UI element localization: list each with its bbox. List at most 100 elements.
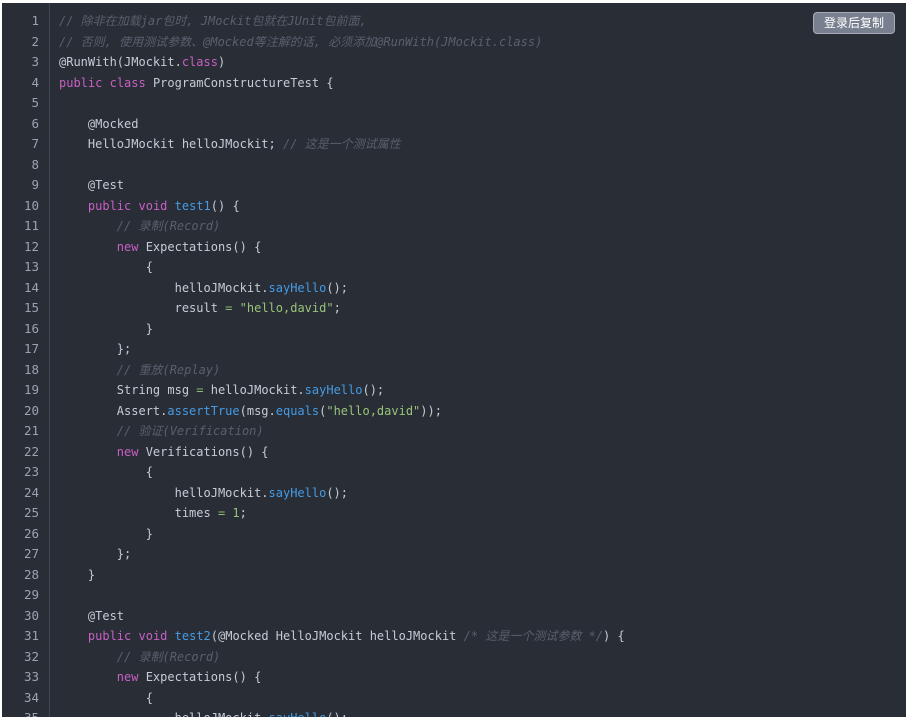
code-line: 24 helloJMockit.sayHello(); [2, 483, 906, 504]
line-number: 2 [31, 33, 39, 49]
line-content: // 录制(Record) [49, 216, 220, 237]
line-content: new Expectations() { [49, 667, 262, 688]
code-line: 17 }; [2, 339, 906, 360]
code-token-plain: (); [362, 383, 385, 397]
line-number: 7 [31, 136, 39, 151]
code-block: 登录后复制 1 // 除非在加载jar包时, JMockit包就在JUnit包前面… [2, 3, 906, 717]
line-number: 28 [23, 566, 39, 582]
line-number: 22 [23, 443, 39, 459]
line-number: 3 [31, 54, 39, 69]
code-token-plain: helloJMockit. [59, 485, 269, 500]
code-token-function: test1 [174, 198, 211, 213]
line-number: 30 [23, 607, 39, 623]
code-token-function: sayHello [304, 383, 363, 397]
code-line: 3 @RunWith(JMockit.class) [2, 52, 906, 73]
code-token-plain: ) [217, 55, 226, 69]
code-line: 25 times = 1; [2, 503, 906, 524]
line-content: new Verifications() { [49, 442, 269, 463]
code-token-keyword: new [116, 239, 139, 254]
line-number: 9 [31, 177, 39, 192]
code-line: 2 // 否则, 使用测试参数、@Mocked等注解的话, 必须添加@RunWit… [2, 32, 906, 53]
code-token-plain: (@Mocked HelloJMockit helloJMockit [210, 629, 464, 643]
code-line: 9 @Test [2, 175, 906, 196]
line-content: }; [49, 339, 131, 360]
code-token-plain: Verifications() { [138, 444, 269, 459]
code-token-function: equals [275, 403, 320, 418]
line-content: HelloJMockit helloJMockit; // 这是一个测试属性 [49, 134, 401, 155]
line-content: helloJMockit.sayHello(); [49, 278, 348, 299]
line-content: // 验证(Verification) [49, 421, 264, 442]
code-line: 30 @Test [2, 606, 906, 627]
line-content: String msg = helloJMockit.sayHello(); [49, 380, 384, 401]
line-content: @Test [49, 606, 124, 627]
code-line: 1 // 除非在加载jar包时, JMockit包就在JUnit包前面, [2, 11, 906, 32]
code-token-plain: @Test [59, 608, 125, 623]
line-number: 18 [23, 361, 39, 377]
code-line: 20 Assert.assertTrue(msg.equals("hello,d… [2, 401, 906, 422]
line-number: 23 [23, 464, 39, 479]
code-token-plain: @Test [59, 178, 125, 192]
line-content: { [49, 688, 153, 709]
line-content: // 重放(Replay) [49, 360, 220, 381]
line-content: Assert.assertTrue(msg.equals("hello,davi… [49, 401, 442, 422]
code-token-plain: helloJMockit. [203, 383, 305, 397]
code-token-keyword: new [116, 670, 139, 684]
code-line: 29 [2, 585, 906, 606]
code-token-plain: () { [210, 198, 240, 213]
code-line: 12 new Expectations() { [2, 237, 906, 258]
code-token-string: "hello,david" [326, 403, 421, 418]
code-token-plain: (msg. [239, 403, 276, 418]
copy-after-login-button[interactable]: 登录后复制 [812, 12, 895, 34]
code-token-function: test2 [174, 629, 211, 643]
line-content: } [49, 524, 153, 545]
line-content: public void test1() { [49, 196, 240, 217]
code-token-keyword: void [138, 198, 168, 213]
code-line: 11 // 录制(Record) [2, 216, 906, 237]
line-content: }; [49, 544, 131, 565]
code-line: 18 // 重放(Replay) [2, 360, 906, 381]
code-token-plain: helloJMockit. [59, 280, 269, 295]
code-line: 26 } [2, 524, 906, 545]
code-token-plain: String msg [59, 383, 197, 397]
line-number: 17 [23, 341, 39, 356]
code-token-comment: // 重放(Replay) [116, 362, 221, 377]
code-token-comment: // 录制(Record) [116, 649, 221, 664]
code-token-plain: result [59, 301, 226, 315]
line-number: 31 [23, 628, 39, 643]
code-token-operator: = [196, 383, 204, 397]
line-number: 15 [23, 300, 39, 315]
code-token-keyword: public [87, 198, 132, 213]
line-content: } [49, 565, 95, 586]
line-content: } [49, 319, 153, 340]
code-line: 15 result = "hello,david"; [2, 298, 906, 319]
code-token-plain: @RunWith(JMockit. [59, 55, 182, 69]
line-content [49, 93, 59, 114]
line-content: @RunWith(JMockit.class) [49, 52, 225, 73]
code-line: 31 public void test2(@Mocked HelloJMocki… [2, 626, 906, 647]
line-content [49, 155, 59, 176]
code-token-function: sayHello [268, 485, 327, 500]
code-token-function: sayHello [268, 280, 327, 295]
code-token-comment: /* 这是一个测试参数 */ [463, 629, 603, 643]
code-token-plain: { [59, 465, 153, 479]
line-number: 1 [31, 13, 39, 28]
line-number: 12 [23, 238, 39, 254]
line-number: 25 [23, 505, 39, 520]
line-number: 6 [31, 115, 39, 131]
code-line: 8 [2, 155, 906, 176]
code-line: 14 helloJMockit.sayHello(); [2, 278, 906, 299]
line-content: result = "hello,david"; [49, 298, 341, 319]
code-line: 13 { [2, 257, 906, 278]
code-token-comment: // 录制(Record) [116, 219, 221, 233]
code-line: 27 }; [2, 544, 906, 565]
code-line: 7 HelloJMockit helloJMockit; // 这是一个测试属性 [2, 134, 906, 155]
line-content: new Expectations() { [49, 237, 262, 258]
code-token-plain: ) { [603, 629, 625, 643]
line-content: @Test [49, 175, 124, 196]
line-content: // 否则, 使用测试参数、@Mocked等注解的话, 必须添加@RunWith… [49, 32, 542, 53]
